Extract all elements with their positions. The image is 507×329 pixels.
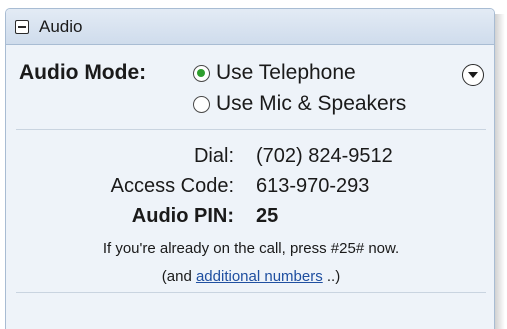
additional-prefix: (and xyxy=(161,268,196,285)
audio-pin-label: Audio PIN: xyxy=(131,205,234,227)
dial-label: Dial: xyxy=(193,145,234,167)
bottom-divider xyxy=(16,292,486,293)
radio-label-mic-speakers: Use Mic & Speakers xyxy=(216,92,407,115)
radio-selected-icon[interactable] xyxy=(193,64,210,82)
collapse-icon[interactable] xyxy=(15,19,29,34)
access-code-label: Access Code: xyxy=(110,175,234,197)
additional-numbers-line: (and additional numbers ..) xyxy=(6,268,494,285)
divider xyxy=(16,129,486,130)
options-dropdown-icon[interactable] xyxy=(462,64,484,86)
additional-numbers-link[interactable]: additional numbers xyxy=(196,268,323,285)
audio-pin-value: 25 xyxy=(256,205,279,227)
panel-title: Audio xyxy=(39,16,83,36)
call-instruction: If you're already on the call, press #25… xyxy=(102,240,400,257)
radio-use-telephone[interactable]: Use Telephone xyxy=(193,61,356,85)
panel-header: Audio xyxy=(6,9,494,45)
radio-unselected-icon[interactable] xyxy=(193,95,210,113)
panel-shadow xyxy=(495,14,505,329)
audio-panel: Audio Audio Mode: Use Telephone Use Mic … xyxy=(5,8,495,329)
access-code-value: 613-970-293 xyxy=(256,175,370,197)
audio-mode-label: Audio Mode: xyxy=(19,61,147,84)
radio-label-telephone: Use Telephone xyxy=(216,61,356,84)
additional-suffix: ..) xyxy=(322,268,341,285)
dial-value: (702) 824-9512 xyxy=(256,145,393,167)
radio-use-mic-speakers[interactable]: Use Mic & Speakers xyxy=(193,92,406,116)
